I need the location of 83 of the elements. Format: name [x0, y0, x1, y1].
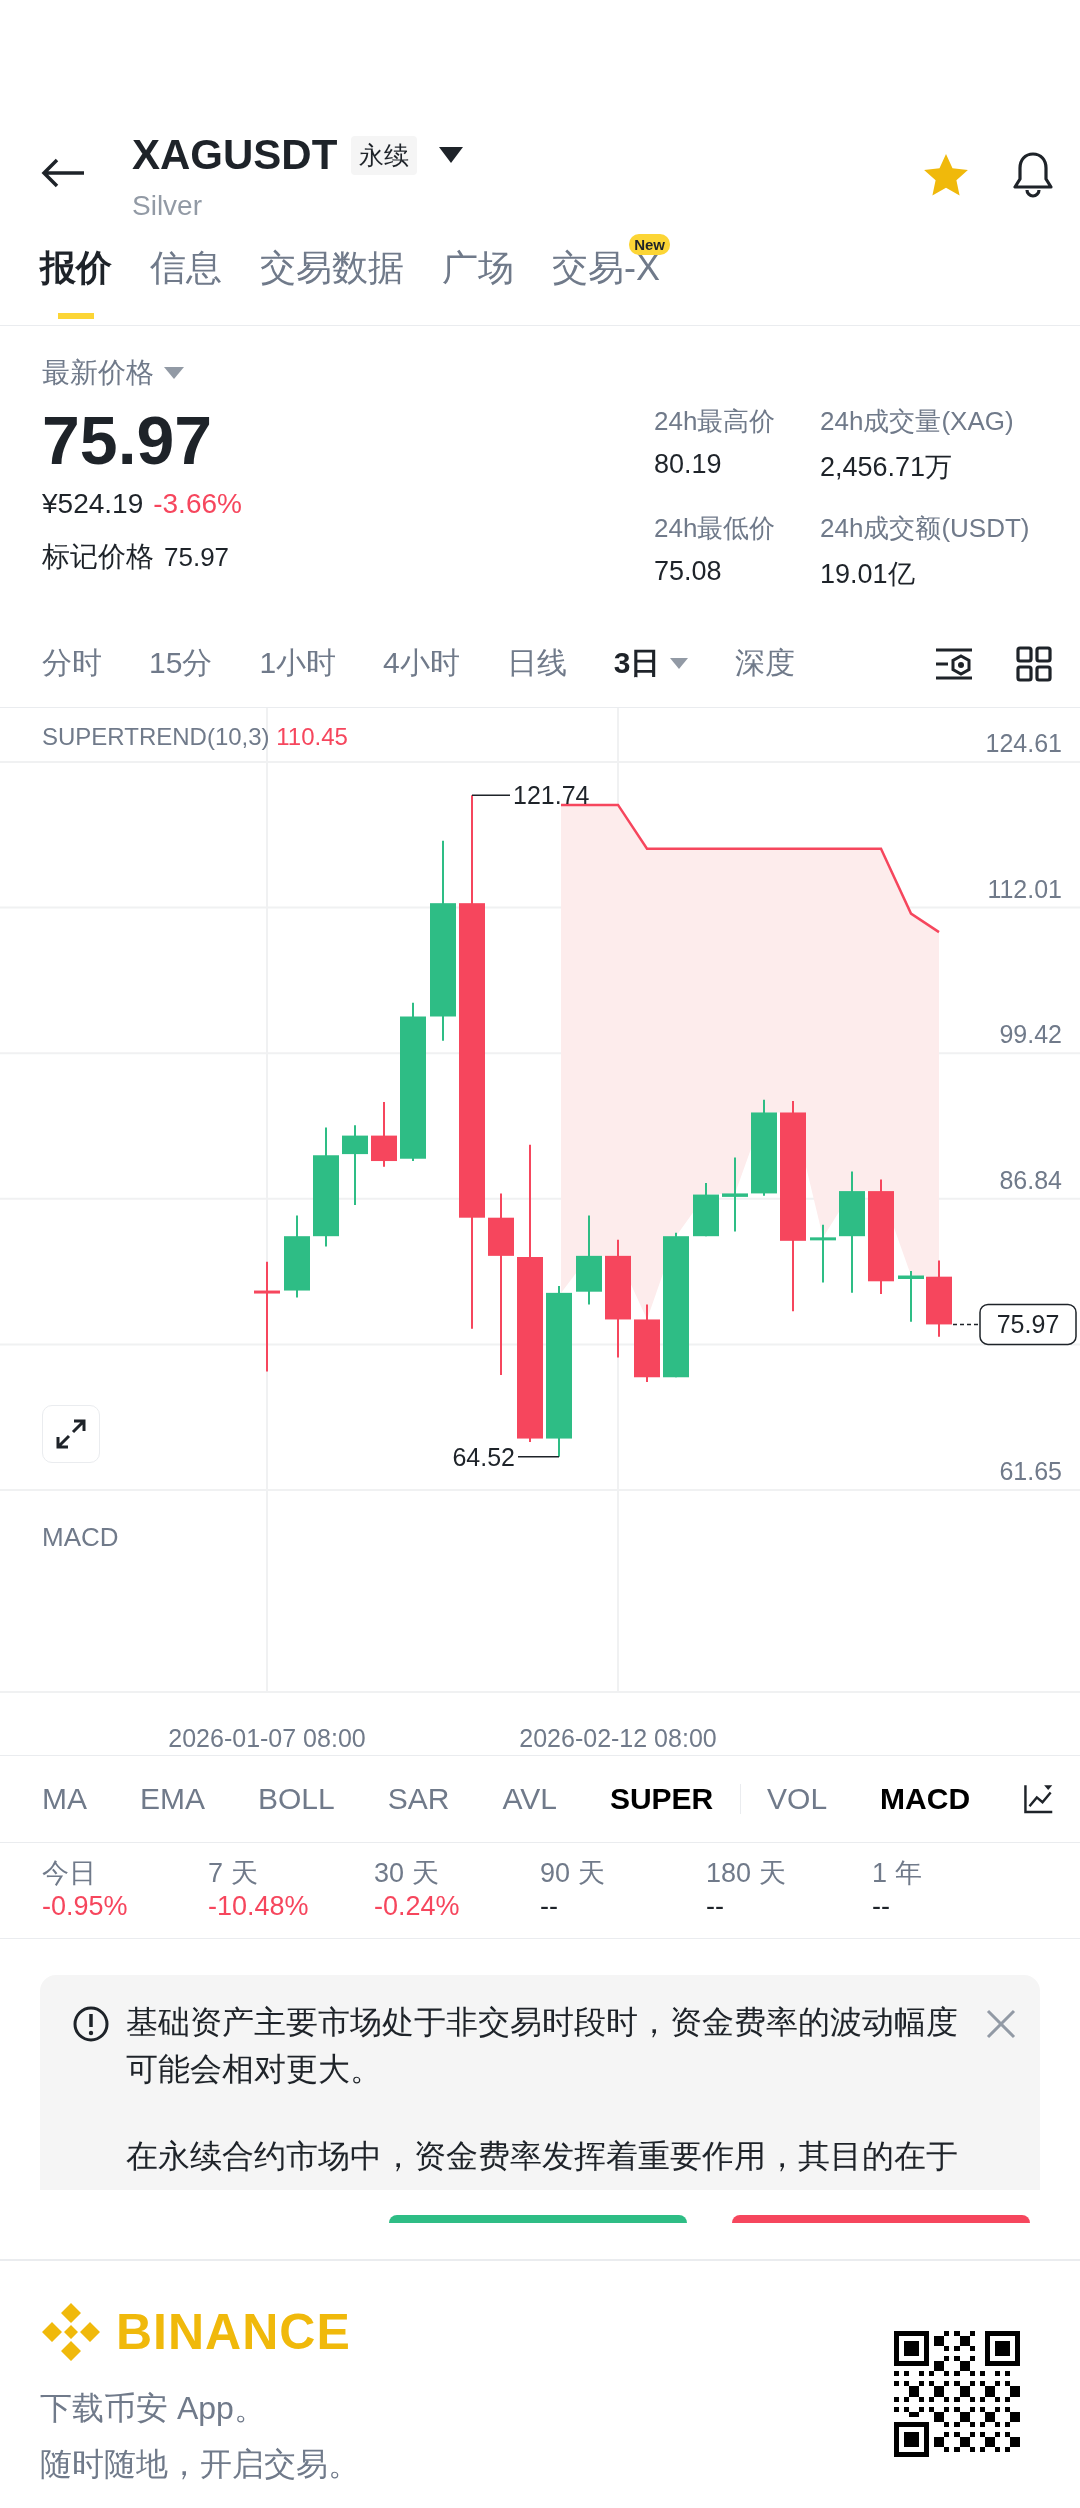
- period-change: --: [540, 1891, 559, 1922]
- period-label: 30 天: [374, 1857, 440, 1890]
- indicator-tab[interactable]: SAR: [387, 1782, 450, 1816]
- candle: [693, 1182, 719, 1238]
- interval-tab[interactable]: 3日: [613, 643, 689, 684]
- bell-icon[interactable]: [1012, 150, 1054, 198]
- period-label: 180 天: [706, 1857, 787, 1890]
- axis-label: 61.65: [999, 1457, 1062, 1485]
- last-price-tag: 75.97: [979, 1303, 1077, 1346]
- period-label: 90 天: [540, 1857, 606, 1890]
- period-change: --: [872, 1891, 891, 1922]
- leader-line: [517, 1456, 560, 1458]
- grid-icon[interactable]: [1014, 645, 1054, 682]
- indicator-tab[interactable]: MACD: [880, 1782, 971, 1816]
- candle: [810, 1223, 836, 1284]
- indicator-tab[interactable]: BOLL: [258, 1782, 335, 1816]
- date-label: 2026-02-12 08:00: [519, 1724, 717, 1752]
- symbol-title: XAGUSDT: [132, 130, 338, 180]
- indicator-tab[interactable]: MA: [42, 1782, 87, 1816]
- high-price-label: 121.74: [513, 781, 590, 810]
- stat-value: 2,456.71万: [820, 451, 954, 484]
- period-change: -10.48%: [208, 1891, 310, 1922]
- sub-indicator-label: MACD: [42, 1522, 119, 1552]
- candle: [898, 1269, 924, 1323]
- promo-text: 下载币安 App。: [40, 2389, 267, 2428]
- tab[interactable]: 交易数据: [260, 230, 404, 325]
- price-change: -3.66%: [153, 488, 242, 520]
- dropdown-icon[interactable]: [439, 147, 464, 163]
- interval-tab[interactable]: 15分: [149, 643, 213, 684]
- period-label: 今日: [42, 1857, 97, 1890]
- stat-value: 75.08: [654, 556, 723, 587]
- notice-text: 在永续合约市场中，资金费率发挥着重要作用，其目的在于: [126, 2137, 959, 2176]
- interval-tab[interactable]: 深度: [735, 643, 796, 684]
- contract-tag: 永续: [351, 135, 418, 175]
- axis-label: 112.01: [987, 874, 1062, 903]
- leader-line: [952, 1323, 981, 1326]
- low-price-label: 64.52: [452, 1442, 515, 1471]
- stat-label: 24h成交量(XAG): [820, 405, 1015, 438]
- interval-tab[interactable]: 1小时: [259, 643, 337, 684]
- axis-label: 124.61: [985, 729, 1062, 757]
- back-icon[interactable]: [40, 158, 86, 188]
- indicator-tab[interactable]: AVL: [502, 1782, 557, 1816]
- price-label[interactable]: 最新价格: [42, 354, 154, 392]
- last-price: 75.97: [42, 401, 214, 480]
- interval-tab[interactable]: 日线: [506, 643, 567, 684]
- fiat-price: ¥524.19: [42, 488, 144, 520]
- indicator-tab[interactable]: SUPER: [609, 1782, 714, 1816]
- expand-icon: [54, 1417, 88, 1451]
- period-label: 1 年: [872, 1857, 923, 1890]
- close-button[interactable]: [986, 2009, 1016, 2039]
- period-change: -0.24%: [374, 1891, 461, 1922]
- indicator-label: SUPERTREND(10,3) 110.45: [42, 723, 348, 750]
- info-icon: [72, 2005, 110, 2043]
- new-badge: New: [629, 234, 670, 255]
- period-label: 7 天: [208, 1857, 259, 1890]
- mark-price: 75.97: [164, 542, 230, 573]
- asset-name: Silver: [132, 190, 203, 222]
- interval-tab[interactable]: 分时: [42, 643, 102, 684]
- mark-price-label: 标记价格: [42, 540, 154, 574]
- tab[interactable]: 报价: [40, 230, 112, 325]
- promo-text: 随时随地，开启交易。: [40, 2445, 361, 2484]
- notice-text: 基础资产主要市场处于非交易时段时，资金费率的波动幅度可能会相对更大。: [126, 2003, 959, 2089]
- expand-button[interactable]: [42, 1405, 100, 1463]
- stat-label: 24h最低价: [654, 512, 777, 545]
- period-change: -0.95%: [42, 1891, 129, 1922]
- candle: [371, 1101, 397, 1168]
- date-label: 2026-01-07 08:00: [168, 1724, 366, 1752]
- indicator-tab[interactable]: VOL: [767, 1782, 828, 1816]
- tab[interactable]: 广场: [442, 230, 514, 325]
- axis-label: 86.84: [999, 1165, 1062, 1194]
- tab[interactable]: 信息: [150, 230, 222, 325]
- stat-value: 19.01亿: [820, 558, 916, 591]
- interval-tab[interactable]: 4小时: [383, 643, 460, 684]
- axis-label: 99.42: [999, 1020, 1062, 1049]
- brand-name: BINANCE: [116, 2303, 351, 2361]
- stat-value: 80.19: [654, 449, 723, 480]
- logo-icon: [40, 2301, 102, 2363]
- indicator-tab[interactable]: EMA: [140, 1782, 205, 1816]
- period-change: --: [706, 1891, 725, 1922]
- stat-label: 24h最高价: [654, 405, 777, 438]
- leader-line: [471, 794, 511, 796]
- stat-label: 24h成交额(USDT): [820, 512, 1031, 545]
- star-icon[interactable]: [922, 152, 970, 198]
